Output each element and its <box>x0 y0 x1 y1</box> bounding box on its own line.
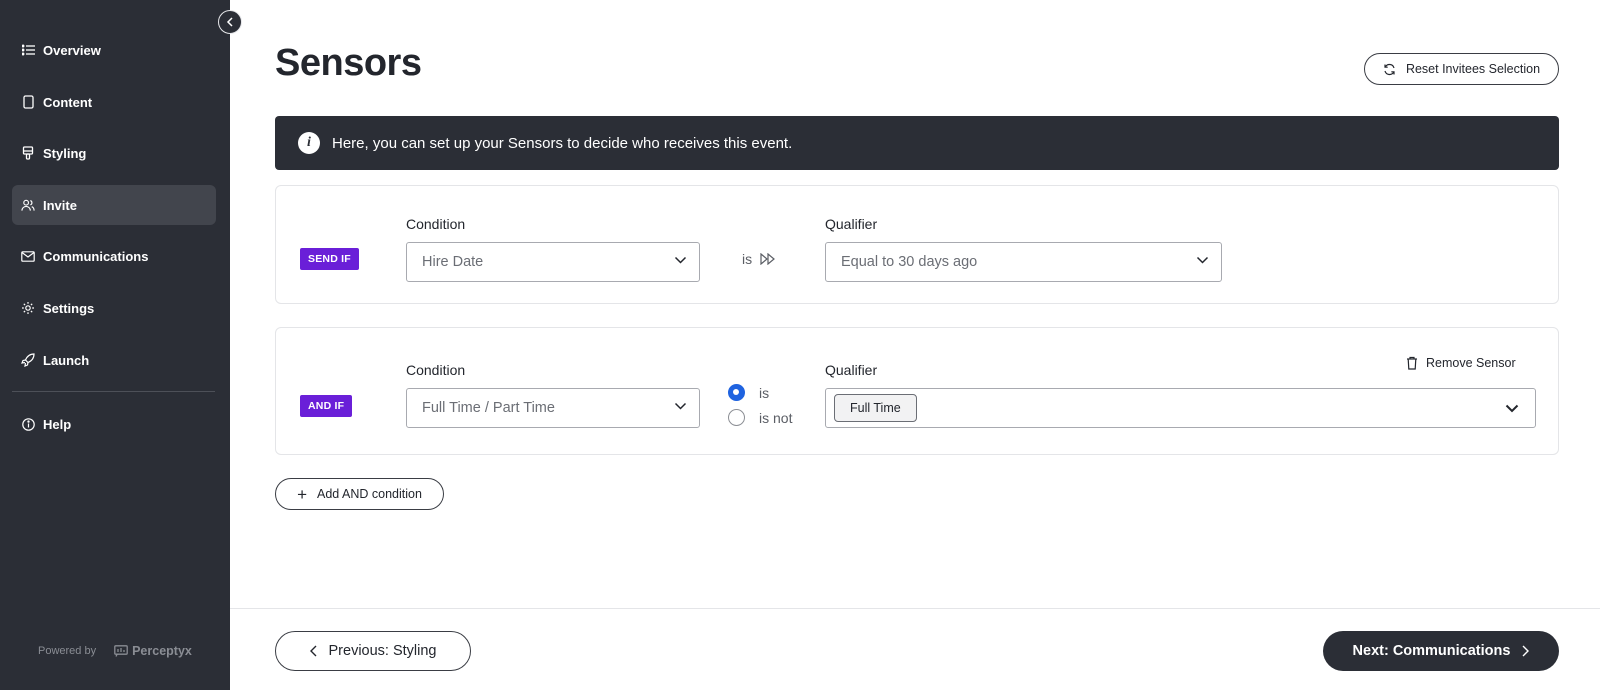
previous-button[interactable]: Previous: Styling <box>275 631 471 671</box>
chevron-down-icon <box>1196 256 1209 264</box>
radio-button-checked[interactable] <box>728 384 745 401</box>
users-icon <box>21 198 35 212</box>
chevron-down-icon <box>1505 404 1519 413</box>
condition-value: Full Time / Part Time <box>422 400 555 416</box>
sidebar: Overview Content Styling Invite Communic… <box>0 0 230 690</box>
sidebar-item-overview[interactable]: Overview <box>12 30 216 70</box>
radio-label: is <box>759 384 770 401</box>
chevron-left-icon <box>226 17 233 27</box>
chevron-down-icon <box>674 402 687 410</box>
trash-icon <box>1407 356 1417 370</box>
sidebar-item-label: Settings <box>43 300 95 316</box>
sidebar-item-label: Help <box>43 416 72 432</box>
sidebar-item-communications[interactable]: Communications <box>12 236 216 276</box>
sidebar-item-label: Content <box>43 94 93 110</box>
qualifier-select[interactable]: Equal to 30 days ago <box>825 242 1222 282</box>
add-and-condition-label: Add AND condition <box>317 487 422 501</box>
info-banner: i Here, you can set up your Sensors to d… <box>275 116 1559 170</box>
sidebar-item-settings[interactable]: Settings <box>12 288 216 328</box>
radio-button[interactable] <box>728 409 745 426</box>
refresh-icon <box>1384 63 1395 75</box>
info-icon: i <box>298 132 320 154</box>
operator: is <box>742 251 776 267</box>
radio-is-not[interactable]: is not <box>728 409 792 426</box>
radio-is[interactable]: is <box>728 384 769 401</box>
chevron-right-icon <box>1522 645 1530 657</box>
sidebar-divider <box>12 391 215 392</box>
sensor-card: AND IF Condition Full Time / Part Time i… <box>275 327 1559 455</box>
remove-sensor-label: Remove Sensor <box>1426 356 1516 370</box>
brush-icon <box>21 146 35 160</box>
brand-logo[interactable]: Perceptyx <box>114 644 192 658</box>
next-button[interactable]: Next: Communications <box>1323 631 1559 671</box>
info-banner-text: Here, you can set up your Sensors to dec… <box>332 134 793 152</box>
chevron-down-icon <box>674 256 687 264</box>
reset-invitees-button[interactable]: Reset Invitees Selection <box>1364 53 1559 85</box>
qualifier-label: Qualifier <box>825 216 878 232</box>
page-title: Sensors <box>275 42 422 84</box>
footer-divider <box>230 608 1600 609</box>
powered-by-label: Powered by <box>38 645 97 657</box>
and-if-badge: AND IF <box>300 395 353 417</box>
collapse-sidebar-button[interactable] <box>218 10 242 34</box>
chevron-left-icon <box>309 645 316 657</box>
condition-label: Condition <box>406 216 466 232</box>
sidebar-item-label: Invite <box>43 197 77 213</box>
sidebar-item-label: Overview <box>43 42 101 58</box>
mail-icon <box>21 249 35 263</box>
sensor-card: SEND IF Condition Hire Date is Qualifier… <box>275 185 1559 304</box>
condition-select[interactable]: Hire Date <box>406 242 700 282</box>
previous-label: Previous: Styling <box>328 643 437 659</box>
info-icon <box>21 417 35 431</box>
qualifier-label: Qualifier <box>825 362 878 378</box>
next-label: Next: Communications <box>1352 643 1511 659</box>
qualifier-value: Equal to 30 days ago <box>841 254 978 270</box>
brand-name: Perceptyx <box>132 644 192 658</box>
operator-label: is <box>742 251 753 267</box>
sidebar-item-launch[interactable]: Launch <box>12 340 216 380</box>
sidebar-item-label: Styling <box>43 145 87 161</box>
reset-invitees-label: Reset Invitees Selection <box>1405 62 1541 76</box>
plus-icon: + <box>297 484 307 504</box>
add-and-condition-button[interactable]: + Add AND condition <box>275 478 444 510</box>
condition-select[interactable]: Full Time / Part Time <box>406 388 700 428</box>
remove-sensor-button[interactable]: Remove Sensor <box>1406 356 1516 370</box>
fast-forward-icon <box>760 253 776 265</box>
brand-logo-icon <box>114 645 128 657</box>
radio-label: is not <box>759 409 793 426</box>
list-icon <box>21 43 35 57</box>
rocket-icon <box>21 353 35 367</box>
qualifier-multiselect[interactable]: Full Time <box>825 388 1536 428</box>
sidebar-item-label: Communications <box>43 248 149 264</box>
condition-label: Condition <box>406 362 466 378</box>
sidebar-item-content[interactable]: Content <box>12 82 216 122</box>
condition-value: Hire Date <box>422 254 484 270</box>
sidebar-item-invite[interactable]: Invite <box>12 185 216 225</box>
sidebar-item-help[interactable]: Help <box>12 404 216 444</box>
document-icon <box>21 95 35 109</box>
sidebar-item-styling[interactable]: Styling <box>12 133 216 173</box>
powered-by: Powered by Perceptyx <box>38 644 192 658</box>
qualifier-chip[interactable]: Full Time <box>834 394 917 422</box>
sidebar-item-label: Launch <box>43 352 90 368</box>
gear-icon <box>21 301 35 315</box>
send-if-badge: SEND IF <box>300 248 359 270</box>
